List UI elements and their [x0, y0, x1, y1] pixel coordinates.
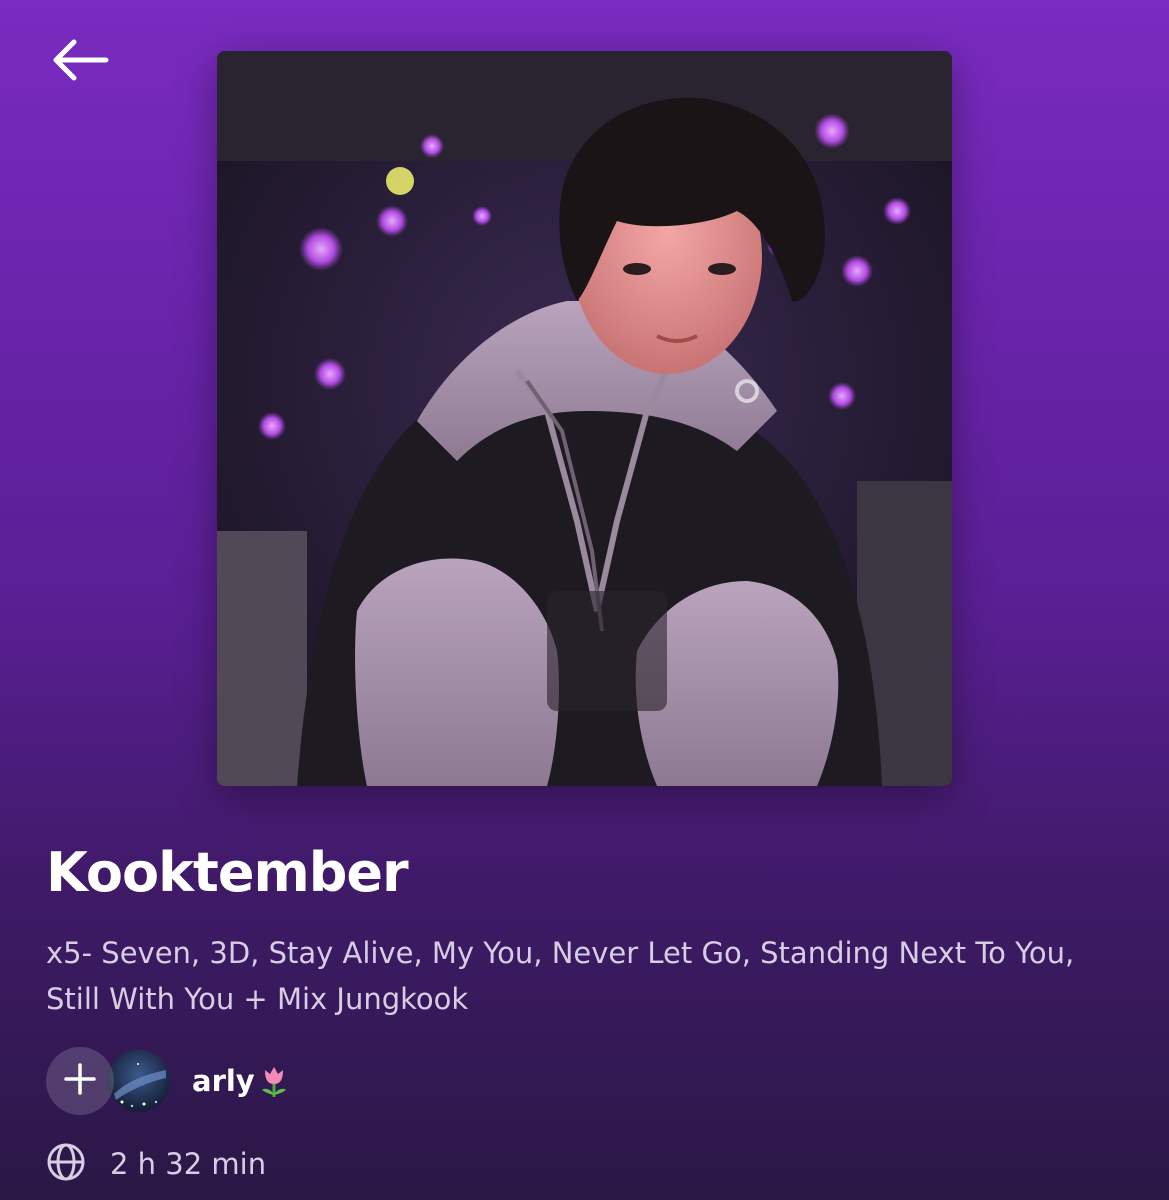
- owner-name: arly: [192, 1064, 255, 1098]
- add-to-library-button[interactable]: [46, 1047, 114, 1115]
- tulip-icon: [259, 1064, 289, 1098]
- owner-row: arly: [46, 1047, 289, 1115]
- owner-avatar[interactable]: [108, 1050, 170, 1112]
- owner-name-link[interactable]: arly: [192, 1064, 289, 1098]
- arrow-left-icon: [50, 38, 110, 86]
- back-button[interactable]: [44, 30, 116, 94]
- plus-icon: [63, 1062, 97, 1100]
- playlist-cover-image: [217, 51, 952, 786]
- globe-icon: [46, 1142, 86, 1186]
- playlist-description: x5- Seven, 3D, Stay Alive, My You, Never…: [46, 936, 1075, 1016]
- playlist-title: Kooktember: [46, 841, 409, 904]
- playlist-duration: 2 h 32 min: [110, 1147, 267, 1181]
- meta-row: 2 h 32 min: [46, 1140, 266, 1188]
